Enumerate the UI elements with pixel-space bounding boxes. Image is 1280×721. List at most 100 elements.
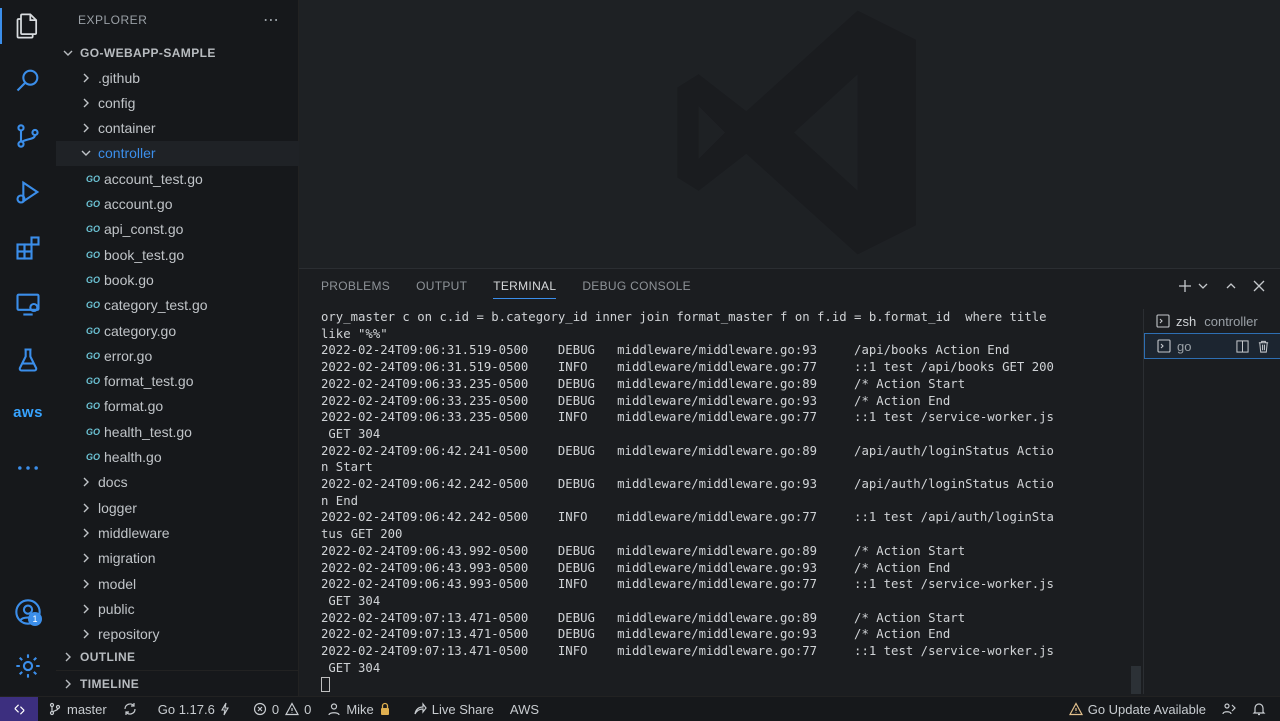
file-item-account-go[interactable]: GO account.go xyxy=(56,192,326,217)
file-item-format-test-go[interactable]: GO format_test.go xyxy=(56,369,326,394)
git-branch-icon xyxy=(49,702,61,716)
tree-item-label: docs xyxy=(98,474,128,491)
chevron-right-icon xyxy=(78,500,94,516)
tree-item-label: repository xyxy=(98,626,160,643)
activity-bar: aws 1 xyxy=(0,0,56,696)
notifications-bell-icon[interactable] xyxy=(1252,702,1266,716)
lock-icon xyxy=(380,702,389,715)
tab-output[interactable]: OUTPUT xyxy=(416,279,467,299)
go-file-icon: GO xyxy=(85,350,100,361)
new-terminal-plus-icon[interactable] xyxy=(1178,279,1192,298)
chevron-right-icon xyxy=(78,120,94,136)
more-actions-icon[interactable]: ⋯ xyxy=(263,10,280,30)
project-root[interactable]: GO-WEBAPP-SAMPLE xyxy=(56,40,302,65)
sync-icon xyxy=(124,703,136,715)
bottom-panel: PROBLEMS OUTPUT TERMINAL DEBUG CONSOLE o… xyxy=(299,268,1280,697)
file-item-api-const-go[interactable]: GO api_const.go xyxy=(56,217,326,242)
folder-item-public[interactable]: public xyxy=(56,596,320,621)
run-debug-icon[interactable] xyxy=(0,168,56,216)
file-item-account-test-go[interactable]: GO account_test.go xyxy=(56,166,326,191)
folder-item-docs[interactable]: docs xyxy=(56,470,320,495)
go-file-icon: GO xyxy=(85,173,100,184)
sync-status[interactable] xyxy=(123,702,142,716)
terminal-line: 2022-02-24T09:06:31.519-0500 INFO middle… xyxy=(321,360,1054,375)
close-panel-icon[interactable] xyxy=(1252,279,1266,298)
go-file-icon: GO xyxy=(85,452,100,462)
folder-item-github[interactable]: .github xyxy=(56,65,320,90)
file-item-format-go[interactable]: GO format.go xyxy=(56,394,326,419)
tab-debug-console[interactable]: DEBUG CONSOLE xyxy=(582,279,691,299)
terminal-dropdown-chevron-icon[interactable] xyxy=(1196,279,1210,298)
chevron-down-icon xyxy=(60,45,76,61)
file-item-book-go[interactable]: GO book.go xyxy=(56,267,326,292)
file-item-health-go[interactable]: GO health.go xyxy=(56,445,326,470)
go-file-icon: GO xyxy=(85,426,100,437)
go-version-status[interactable]: Go 1.17.6 xyxy=(158,702,237,717)
folder-item-middleware[interactable]: middleware xyxy=(56,520,320,545)
tab-terminal[interactable]: TERMINAL xyxy=(493,279,557,299)
terminal-line: ory_master c on c.id = b.category_id inn… xyxy=(321,310,1047,324)
tree-item-label: format.go xyxy=(104,398,164,415)
chevron-down-icon xyxy=(78,145,94,161)
timeline-section[interactable]: TIMELINE xyxy=(56,670,302,696)
terminal-output[interactable]: ory_master c on c.id = b.category_id inn… xyxy=(321,309,1141,694)
tab-problems[interactable]: PROBLEMS xyxy=(321,279,390,299)
tree-item-label: category.go xyxy=(104,322,177,339)
vscode-watermark-logo xyxy=(677,10,916,255)
remote-explorer-icon[interactable] xyxy=(0,280,56,328)
search-icon[interactable] xyxy=(0,56,56,104)
go-file-icon: GO xyxy=(85,274,100,285)
terminal-prompt[interactable] xyxy=(321,676,1141,693)
folder-item-repository[interactable]: repository xyxy=(56,622,320,647)
trash-icon[interactable] xyxy=(1257,340,1270,353)
branch-status[interactable]: master xyxy=(48,702,107,717)
remote-indicator[interactable] xyxy=(0,697,38,721)
folder-item-logger[interactable]: logger xyxy=(56,495,320,520)
extensions-icon[interactable] xyxy=(0,224,56,272)
tree-item-label: health.go xyxy=(104,449,162,465)
settings-gear-icon[interactable] xyxy=(0,642,56,690)
terminal-item-zsh[interactable]: zsh controller xyxy=(1144,309,1280,333)
tree-item-label: health_test.go xyxy=(104,423,192,440)
account-icon[interactable]: 1 xyxy=(0,588,56,636)
folder-item-model[interactable]: model xyxy=(56,571,320,596)
folder-item-migration[interactable]: migration xyxy=(56,546,320,571)
outline-section[interactable]: OUTLINE xyxy=(56,644,302,669)
maximize-panel-chevron-up-icon[interactable] xyxy=(1224,279,1238,298)
warning-icon xyxy=(285,702,300,716)
file-item-error-go[interactable]: GO error.go xyxy=(56,343,326,368)
terminal-line: 2022-02-24T09:07:13.471-0500 DEBUG middl… xyxy=(321,627,951,642)
problems-status[interactable]: 0 0 xyxy=(253,702,311,717)
file-item-category-test-go[interactable]: GO category_test.go xyxy=(56,293,326,318)
feedback-icon[interactable] xyxy=(1222,702,1236,716)
file-item-category-go[interactable]: GO category.go xyxy=(56,318,326,343)
testing-icon[interactable] xyxy=(0,336,56,384)
chevron-right-icon xyxy=(78,525,94,541)
status-bar: master Go 1.17.6 0 0 Mike Live Share AWS… xyxy=(0,696,1280,721)
terminal-scrollbar[interactable] xyxy=(1131,666,1141,694)
go-file-icon: GO xyxy=(85,325,100,336)
editor-area xyxy=(299,0,1280,268)
terminal-item-go[interactable]: go xyxy=(1144,333,1280,359)
folder-item-config[interactable]: config xyxy=(56,90,320,115)
file-item-book-test-go[interactable]: GO book_test.go xyxy=(56,242,326,267)
aws-status[interactable]: AWS xyxy=(510,702,539,717)
aws-icon[interactable]: aws xyxy=(0,388,56,436)
go-update-status[interactable]: Go Update Available xyxy=(1068,702,1206,717)
chevron-right-icon xyxy=(78,95,94,111)
folder-item-container[interactable]: container xyxy=(56,116,320,141)
source-control-icon[interactable] xyxy=(0,112,56,160)
folder-item-controller[interactable]: controller xyxy=(56,140,320,166)
explorer-icon[interactable] xyxy=(0,2,56,50)
split-terminal-icon[interactable] xyxy=(1236,339,1249,353)
terminal-line: 2022-02-24T09:06:33.235-0500 INFO middle… xyxy=(321,410,1054,425)
go-file-icon: GO xyxy=(85,224,100,235)
live-share-status[interactable]: Live Share xyxy=(413,702,494,717)
tree-item-label: account_test.go xyxy=(104,170,203,187)
terminal-line: tus GET 200 xyxy=(321,527,403,542)
terminal-line: 2022-02-24T09:06:33.235-0500 DEBUG middl… xyxy=(321,393,951,408)
file-item-health-test-go[interactable]: GO health_test.go xyxy=(56,419,326,444)
user-status[interactable]: Mike xyxy=(327,702,396,717)
more-icon[interactable] xyxy=(0,444,56,492)
terminal-line: GET 304 xyxy=(321,426,381,441)
